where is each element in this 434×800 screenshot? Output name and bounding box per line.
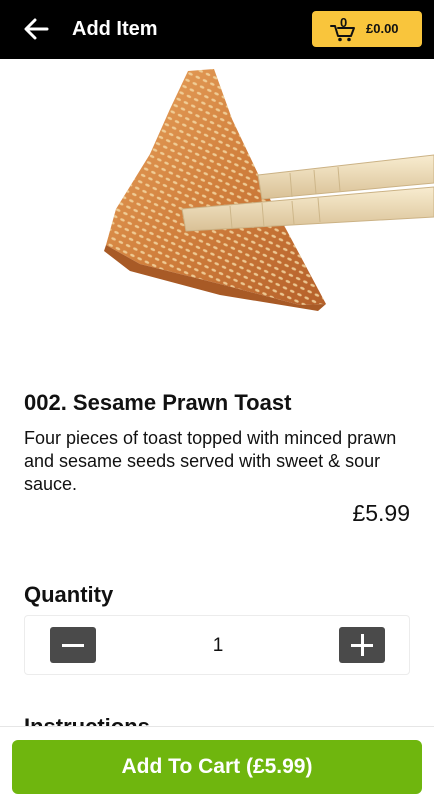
cart-button[interactable]: 0 £0.00 bbox=[312, 11, 422, 47]
quantity-stepper: 1 bbox=[24, 615, 410, 675]
back-button[interactable] bbox=[18, 14, 54, 44]
top-app-bar: Add Item 0 £0.00 bbox=[0, 0, 434, 59]
minus-icon bbox=[62, 644, 84, 647]
page-title: Add Item bbox=[72, 18, 158, 40]
item-image bbox=[0, 59, 434, 359]
sesame-prawn-toast-with-chopsticks bbox=[104, 69, 434, 311]
cart-count-badge: 0 bbox=[340, 15, 348, 30]
plus-icon-vertical bbox=[360, 634, 364, 656]
decrease-quantity-button[interactable] bbox=[50, 627, 96, 663]
item-name: 002. Sesame Prawn Toast bbox=[24, 390, 292, 415]
quantity-label: Quantity bbox=[24, 582, 114, 607]
bottom-action-bar: Add To Cart (£5.99) bbox=[0, 726, 434, 800]
item-price: £5.99 bbox=[352, 500, 410, 526]
cart-total: £0.00 bbox=[366, 21, 399, 36]
item-description: Four pieces of toast topped with minced … bbox=[24, 428, 397, 494]
add-to-cart-button[interactable]: Add To Cart (£5.99) bbox=[12, 740, 422, 794]
arrow-left-icon bbox=[24, 18, 49, 40]
increase-quantity-button[interactable] bbox=[339, 627, 385, 663]
